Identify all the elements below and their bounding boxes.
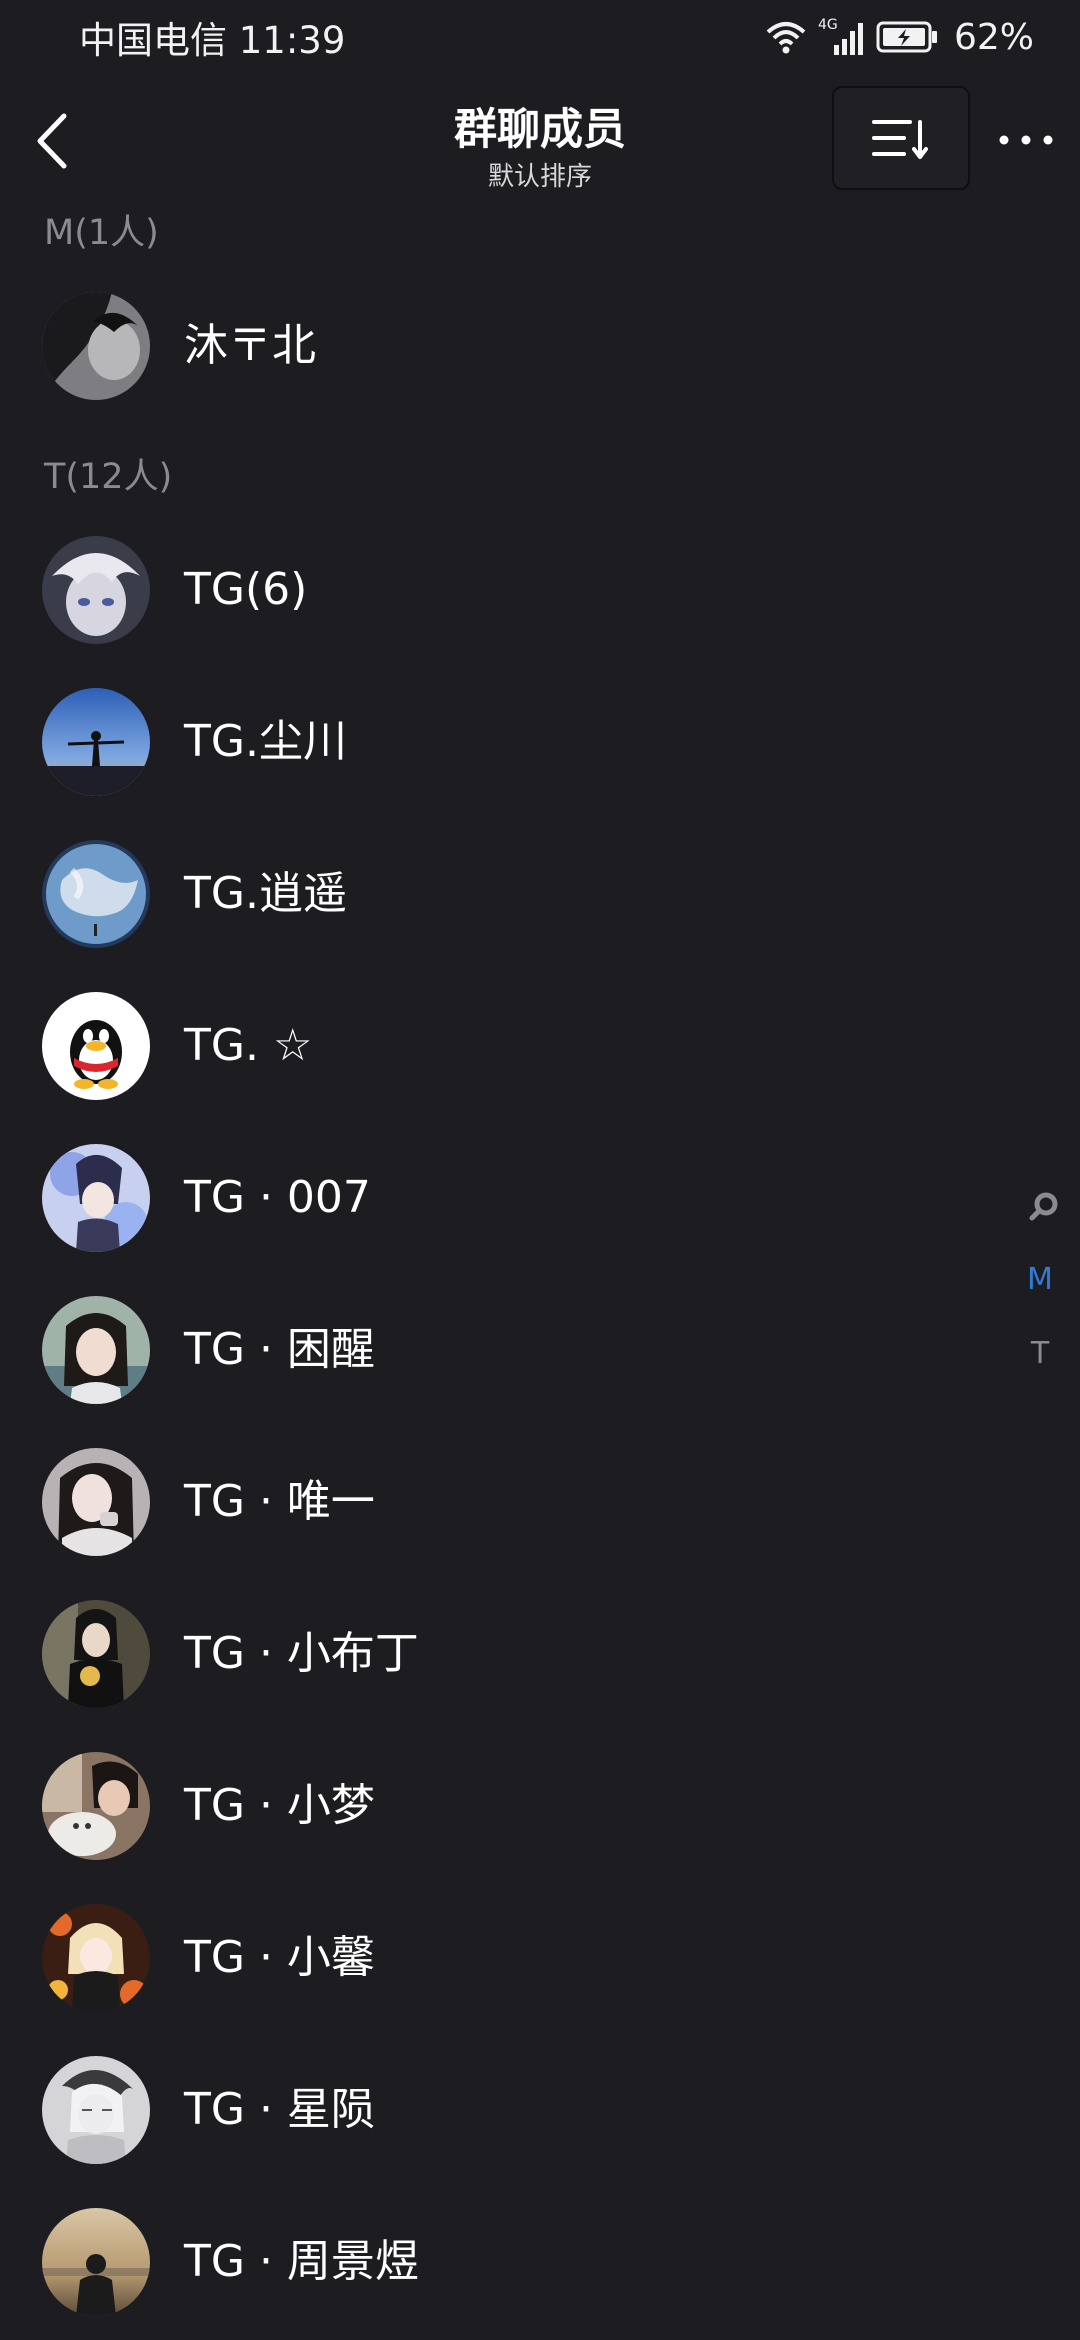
member-item[interactable]: TG. ☆	[0, 970, 1000, 1122]
member-name: 沐〒北	[184, 320, 316, 371]
member-name: TG · 周景煜	[184, 2236, 419, 2287]
member-item[interactable]: TG(6)	[0, 514, 1000, 666]
member-item[interactable]: TG · 唯一	[0, 1426, 1000, 1578]
member-name: TG · 小馨	[184, 1932, 375, 1983]
member-item[interactable]: TG · 星陨	[0, 2034, 1000, 2186]
avatar	[42, 1752, 150, 1860]
status-icons: 4G 62%	[766, 12, 1034, 62]
avatar	[42, 536, 150, 644]
wifi-icon	[766, 22, 806, 54]
avatar	[42, 2208, 150, 2316]
signal-icon	[833, 23, 863, 55]
avatar	[42, 1600, 150, 1708]
section-header-t: T(12人)	[44, 457, 173, 497]
member-item[interactable]: TG · 周景煜	[0, 2186, 1000, 2338]
avatar	[42, 1144, 150, 1252]
index-letter-t[interactable]: T	[1010, 1336, 1070, 1371]
member-name: TG · 小布丁	[184, 1628, 419, 1679]
member-name: TG.尘川	[184, 716, 347, 767]
member-item[interactable]: TG.逍遥	[0, 818, 1000, 970]
member-name: TG · 小梦	[184, 1780, 375, 1831]
member-item[interactable]: TG.尘川	[0, 666, 1000, 818]
avatar	[42, 840, 150, 948]
member-item[interactable]: TG · 007	[0, 1122, 1000, 1274]
avatar	[42, 688, 150, 796]
member-item[interactable]: 沐〒北	[0, 270, 1000, 422]
member-name: TG · 困醒	[184, 1324, 375, 1375]
member-name: TG · 唯一	[184, 1476, 375, 1527]
battery-icon	[876, 21, 937, 53]
member-name: TG.逍遥	[184, 868, 347, 919]
sort-list-icon	[872, 120, 928, 159]
member-item[interactable]: TG · 小馨	[0, 1882, 1000, 2034]
avatar	[42, 1448, 150, 1556]
cellular-signal: 4G	[818, 17, 864, 57]
member-item[interactable]: TG · 困醒	[0, 1274, 1000, 1426]
status-bar: 中国电信 11:39 4G 62%	[0, 0, 1080, 76]
avatar	[42, 2056, 150, 2164]
member-name: TG(6)	[184, 564, 308, 615]
sort-button[interactable]	[832, 86, 970, 190]
more-dots-icon[interactable]	[996, 120, 1056, 160]
section-header-m: M(1人)	[44, 213, 159, 253]
search-icon[interactable]	[1010, 1186, 1070, 1226]
index-letter-m[interactable]: M	[1010, 1262, 1070, 1297]
member-item[interactable]: TG · 小梦	[0, 1730, 1000, 1882]
battery-percent: 62%	[953, 16, 1034, 58]
member-name: TG. ☆	[184, 1020, 313, 1071]
member-name: TG · 星陨	[184, 2084, 375, 2135]
nav-header: 群聊成员 默认排序	[0, 80, 1080, 200]
avatar	[42, 1296, 150, 1404]
member-item[interactable]: TG · 小布丁	[0, 1578, 1000, 1730]
avatar	[42, 992, 150, 1100]
avatar	[42, 292, 150, 400]
avatar	[42, 1904, 150, 2012]
member-name: TG · 007	[184, 1172, 371, 1223]
carrier-time: 中国电信 11:39	[79, 19, 346, 62]
